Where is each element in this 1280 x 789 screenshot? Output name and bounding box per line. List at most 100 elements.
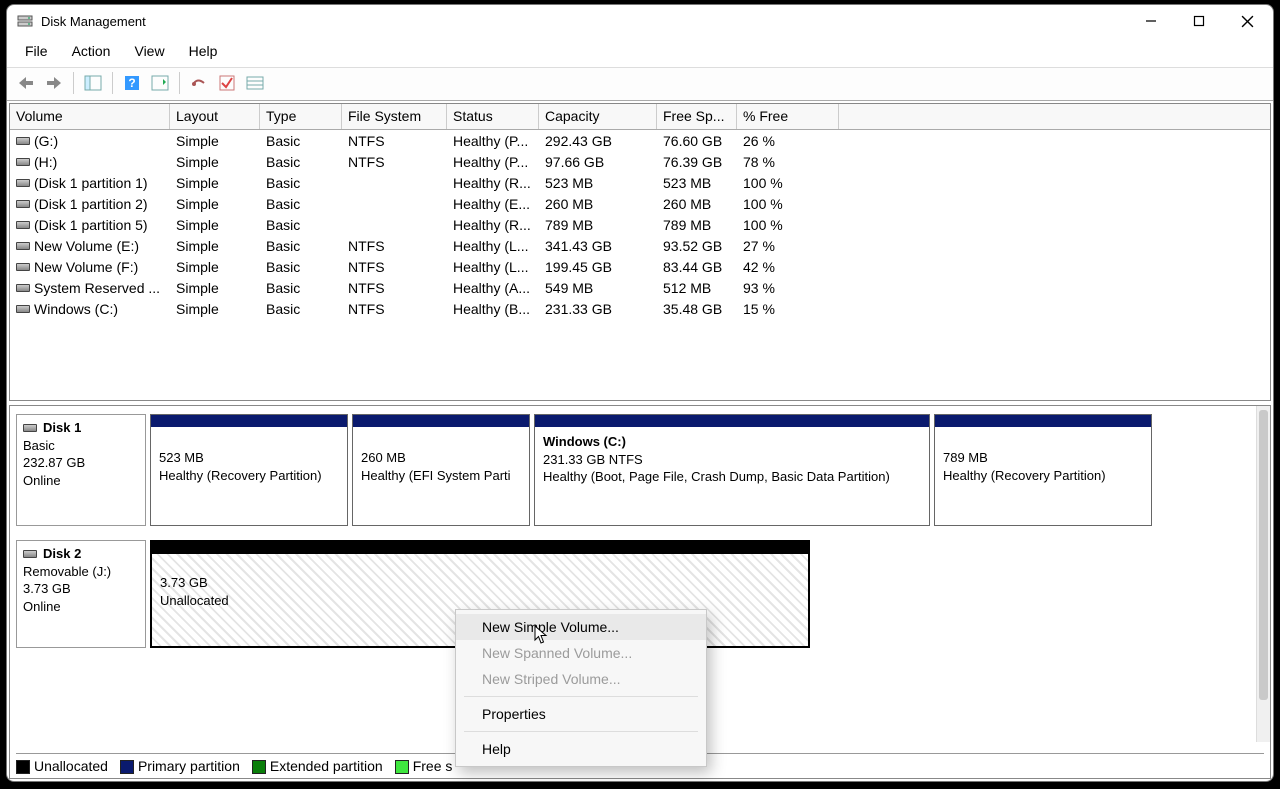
cell-capacity: 97.66 GB	[539, 154, 657, 170]
volume-name: (H:)	[34, 154, 57, 170]
forward-icon[interactable]	[43, 72, 65, 94]
column-header-volume[interactable]: Volume	[10, 104, 170, 129]
window-controls	[1127, 5, 1271, 37]
context-menu: New Simple Volume... New Spanned Volume.…	[455, 609, 707, 767]
partition[interactable]: 260 MB Healthy (EFI System Parti	[352, 414, 530, 526]
refresh-icon[interactable]	[149, 72, 171, 94]
check-icon[interactable]	[216, 72, 238, 94]
partition-header-primary	[151, 415, 347, 427]
cell-layout: Simple	[170, 238, 260, 254]
cell-layout: Simple	[170, 196, 260, 212]
cell-pctfree: 93 %	[737, 280, 839, 296]
toolbar-separator	[73, 72, 74, 94]
cell-type: Basic	[260, 175, 342, 191]
minimize-button[interactable]	[1127, 5, 1175, 37]
cell-status: Healthy (B...	[447, 301, 539, 317]
cell-pctfree: 27 %	[737, 238, 839, 254]
partition-size: 231.33 GB NTFS	[543, 451, 921, 469]
settings-icon[interactable]	[188, 72, 210, 94]
legend-label: Extended partition	[270, 758, 383, 774]
volume-name: Windows (C:)	[34, 301, 118, 317]
disk-label-disk2[interactable]: Disk 2 Removable (J:) 3.73 GB Online	[16, 540, 146, 648]
disk-state: Online	[23, 472, 139, 490]
volume-name: (Disk 1 partition 2)	[34, 196, 148, 212]
column-header-type[interactable]: Type	[260, 104, 342, 129]
legend-extended: Extended partition	[252, 758, 383, 774]
partition-windows-c[interactable]: Windows (C:) 231.33 GB NTFS Healthy (Boo…	[534, 414, 930, 526]
partition[interactable]: 789 MB Healthy (Recovery Partition)	[934, 414, 1152, 526]
partition-status: Healthy (Boot, Page File, Crash Dump, Ba…	[543, 468, 921, 486]
drive-icon	[16, 284, 30, 292]
disk-state: Online	[23, 598, 139, 616]
swatch-navy-icon	[120, 760, 134, 774]
column-header-status[interactable]: Status	[447, 104, 539, 129]
cell-filesystem: NTFS	[342, 133, 447, 149]
app-icon	[17, 13, 33, 29]
toolbar-separator	[112, 72, 113, 94]
close-button[interactable]	[1223, 5, 1271, 37]
menu-file[interactable]: File	[15, 41, 58, 61]
drive-icon	[16, 263, 30, 271]
table-row[interactable]: (H:)SimpleBasicNTFSHealthy (P...97.66 GB…	[10, 151, 1270, 172]
column-header-pctfree[interactable]: % Free	[737, 104, 839, 129]
menu-action[interactable]: Action	[62, 41, 121, 61]
scrollbar-thumb[interactable]	[1259, 410, 1268, 700]
column-header-capacity[interactable]: Capacity	[539, 104, 657, 129]
disk-size: 232.87 GB	[23, 454, 139, 472]
drive-icon	[16, 221, 30, 229]
legend-free: Free s	[395, 758, 453, 774]
disk-title: Disk 2	[43, 545, 81, 563]
volume-list: Volume Layout Type File System Status Ca…	[9, 103, 1271, 401]
list-icon[interactable]	[244, 72, 266, 94]
table-row[interactable]: (Disk 1 partition 1)SimpleBasicHealthy (…	[10, 172, 1270, 193]
cell-status: Healthy (R...	[447, 217, 539, 233]
menu-item-help[interactable]: Help	[456, 736, 706, 762]
table-row[interactable]: (G:)SimpleBasicNTFSHealthy (P...292.43 G…	[10, 130, 1270, 151]
table-row[interactable]: (Disk 1 partition 2)SimpleBasicHealthy (…	[10, 193, 1270, 214]
column-header-freespace[interactable]: Free Sp...	[657, 104, 737, 129]
back-icon[interactable]	[15, 72, 37, 94]
cell-pctfree: 78 %	[737, 154, 839, 170]
partition-status: Unallocated	[160, 592, 800, 610]
column-header-layout[interactable]: Layout	[170, 104, 260, 129]
cell-layout: Simple	[170, 217, 260, 233]
vertical-scrollbar[interactable]	[1256, 406, 1270, 742]
partition-size: 789 MB	[943, 449, 1143, 467]
cell-pctfree: 42 %	[737, 259, 839, 275]
disk-label-disk1[interactable]: Disk 1 Basic 232.87 GB Online	[16, 414, 146, 526]
volume-list-body: (G:)SimpleBasicNTFSHealthy (P...292.43 G…	[10, 130, 1270, 319]
disk1-partitions: 523 MB Healthy (Recovery Partition) 260 …	[146, 414, 1264, 526]
menu-help[interactable]: Help	[179, 41, 228, 61]
table-row[interactable]: Windows (C:)SimpleBasicNTFSHealthy (B...…	[10, 298, 1270, 319]
legend-label: Unallocated	[34, 758, 108, 774]
disk-title: Disk 1	[43, 419, 81, 437]
menu-view[interactable]: View	[124, 41, 174, 61]
show-hide-tree-icon[interactable]	[82, 72, 104, 94]
help-icon[interactable]: ?	[121, 72, 143, 94]
cell-pctfree: 15 %	[737, 301, 839, 317]
cell-filesystem: NTFS	[342, 154, 447, 170]
cell-filesystem: NTFS	[342, 301, 447, 317]
cell-filesystem: NTFS	[342, 259, 447, 275]
cell-status: Healthy (L...	[447, 259, 539, 275]
partition-size: 260 MB	[361, 449, 521, 467]
menu-item-new-simple-volume[interactable]: New Simple Volume...	[456, 614, 706, 640]
disk-icon	[23, 550, 37, 558]
menu-separator	[464, 696, 698, 697]
drive-icon	[16, 242, 30, 250]
table-row[interactable]: New Volume (F:)SimpleBasicNTFSHealthy (L…	[10, 256, 1270, 277]
cell-layout: Simple	[170, 280, 260, 296]
cell-freespace: 76.60 GB	[657, 133, 737, 149]
partition-status: Healthy (EFI System Parti	[361, 467, 521, 485]
toolbar-separator	[179, 72, 180, 94]
table-row[interactable]: New Volume (E:)SimpleBasicNTFSHealthy (L…	[10, 235, 1270, 256]
partition-header-primary	[535, 415, 929, 427]
disk-type: Basic	[23, 437, 139, 455]
menu-item-properties[interactable]: Properties	[456, 701, 706, 727]
maximize-button[interactable]	[1175, 5, 1223, 37]
table-row[interactable]: System Reserved ...SimpleBasicNTFSHealth…	[10, 277, 1270, 298]
partition[interactable]: 523 MB Healthy (Recovery Partition)	[150, 414, 348, 526]
table-row[interactable]: (Disk 1 partition 5)SimpleBasicHealthy (…	[10, 214, 1270, 235]
cell-type: Basic	[260, 154, 342, 170]
column-header-filesystem[interactable]: File System	[342, 104, 447, 129]
